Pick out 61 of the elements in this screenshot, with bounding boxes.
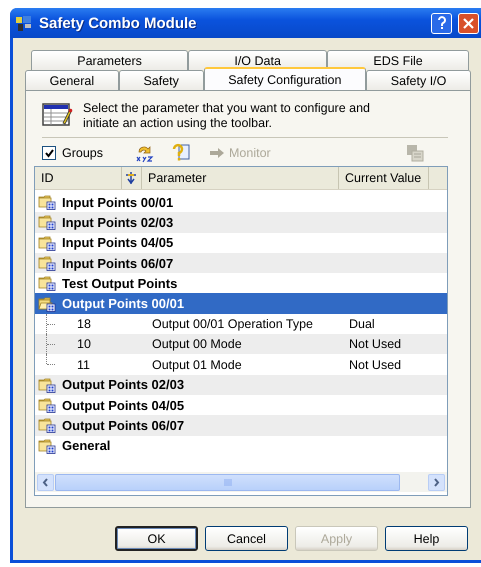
tab[interactable]: Safety I/O	[366, 70, 472, 90]
dialog-button[interactable]: Cancel	[205, 526, 288, 551]
folder-icon	[38, 194, 56, 210]
tree-group-row[interactable]: Input Points 00/01	[35, 192, 447, 212]
tab[interactable]: Parameters	[31, 50, 188, 70]
chevron-right-icon	[433, 478, 440, 486]
value-cell: Not Used	[349, 337, 402, 352]
tree-group-row[interactable]: Output Points 04/05	[35, 394, 447, 416]
tree-group-row[interactable]: Input Points 02/03	[35, 212, 447, 233]
folder-icon	[38, 214, 56, 230]
tree-group-row[interactable]: Input Points 04/05	[35, 232, 447, 253]
tree-group-row[interactable]: Output Points 00/01	[35, 293, 447, 314]
folder-icon	[38, 275, 56, 292]
arrow-right-icon	[209, 147, 225, 159]
tab[interactable]: Safety	[118, 70, 204, 90]
folder-icon	[38, 234, 56, 251]
id-cell-text: 11	[76, 358, 91, 372]
scroll-right-button[interactable]	[428, 474, 445, 490]
folder-icon	[38, 417, 56, 434]
id-cell-text: 10	[76, 337, 92, 352]
help-button[interactable]	[431, 12, 452, 34]
tree-group-row[interactable]: Test Output Points	[35, 273, 447, 294]
value-cell: Not Used	[349, 358, 402, 372]
sort-icon	[124, 171, 138, 185]
folder-icon	[38, 255, 56, 272]
help-document-icon[interactable]	[171, 143, 191, 163]
window-title: Safety Combo Module	[39, 14, 198, 32]
instruction-text: Select the parameter that you want to configure and initiate an action using the toolbar.	[83, 101, 371, 131]
column-header[interactable]: ID	[35, 167, 122, 189]
close-button[interactable]	[458, 12, 479, 34]
dialog-button[interactable]: Help	[385, 526, 468, 551]
tab[interactable]: General	[25, 70, 119, 90]
tab[interactable]: Safety Configuration	[204, 67, 366, 90]
folder-icon	[38, 438, 56, 454]
tab[interactable]: EDS File	[327, 50, 469, 70]
dialog-button[interactable]: OK	[115, 526, 198, 551]
parameter-cell-text: Output 01 Mode	[152, 358, 243, 372]
folder-icon	[38, 397, 56, 414]
checkmark-icon	[44, 148, 54, 158]
tree-group-row[interactable]: Output Points 02/03	[35, 374, 447, 395]
parameter-cell-text: Output 00/01 Operation Type	[152, 316, 314, 331]
tree-group-row[interactable]: Input Points 06/07	[35, 252, 447, 274]
close-icon	[463, 18, 474, 28]
scroll-thumb[interactable]	[55, 474, 400, 490]
table-edit-icon	[42, 101, 73, 127]
question-icon	[436, 16, 446, 30]
tree-group-row[interactable]: General	[35, 436, 447, 456]
parameter-cell-text: Output 00 Mode	[152, 337, 243, 352]
sort-tool-icon[interactable]	[135, 143, 155, 163]
groups-checkbox[interactable]: Groups	[42, 146, 103, 160]
scroll-left-button[interactable]	[37, 474, 54, 490]
folder-icon	[38, 296, 56, 312]
tree-group-row[interactable]: Output Points 06/07	[35, 415, 447, 436]
horizontal-scrollbar[interactable]	[35, 472, 447, 492]
folder-icon	[38, 376, 56, 393]
column-header[interactable]: Current Value	[339, 167, 429, 189]
column-header[interactable]: Parameter	[142, 167, 339, 189]
id-cell-text: 18	[76, 316, 92, 331]
value-cell: Dual	[349, 316, 375, 331]
app-icon	[15, 14, 33, 32]
chevron-left-icon	[42, 478, 49, 486]
